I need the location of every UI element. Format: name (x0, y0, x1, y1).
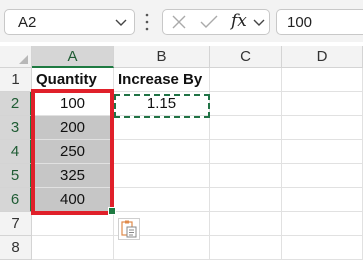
copy-marquee (114, 94, 210, 118)
row-header-7[interactable]: 7 (0, 212, 32, 236)
formula-bar: A2 fx 100 (0, 0, 363, 42)
enter-icon[interactable] (200, 15, 218, 29)
cell-b1[interactable]: Increase By (114, 68, 210, 92)
insert-function-button[interactable]: fx (231, 11, 247, 31)
cell-c5[interactable] (210, 164, 282, 188)
cell-c6[interactable] (210, 188, 282, 212)
paste-options-icon (121, 220, 137, 238)
cell-a8[interactable] (32, 236, 114, 260)
formula-value: 100 (287, 14, 313, 31)
chevron-down-icon[interactable] (115, 17, 127, 27)
cell-b6[interactable] (114, 188, 210, 212)
select-all-icon (19, 55, 28, 64)
paste-options-button[interactable] (118, 218, 140, 240)
cell-d5[interactable] (282, 164, 363, 188)
cell-b3[interactable] (114, 116, 210, 140)
row-header-8[interactable]: 8 (0, 236, 32, 260)
column-header-d[interactable]: D (282, 46, 363, 68)
row-header-6[interactable]: 6 (0, 188, 32, 212)
cell-a7[interactable] (32, 212, 114, 236)
name-box[interactable]: A2 (4, 9, 135, 35)
cell-c3[interactable] (210, 116, 282, 140)
fill-handle[interactable] (108, 207, 116, 215)
worksheet-grid: A B C D 1 2 3 4 5 6 7 8 Quantity Increas… (0, 46, 363, 261)
row-header-2[interactable]: 2 (0, 92, 32, 116)
select-all-button[interactable] (0, 46, 32, 68)
more-options-icon[interactable] (145, 12, 149, 32)
cell-c4[interactable] (210, 140, 282, 164)
row-header-3[interactable]: 3 (0, 116, 32, 140)
cell-b4[interactable] (114, 140, 210, 164)
chevron-down-icon[interactable] (253, 17, 265, 27)
column-header-c[interactable]: C (210, 46, 282, 68)
cell-c1[interactable] (210, 68, 282, 92)
formula-controls: fx (162, 9, 270, 35)
cell-d3[interactable] (282, 116, 363, 140)
cell-d7[interactable] (282, 212, 363, 236)
cell-d6[interactable] (282, 188, 363, 212)
column-header-b[interactable]: B (114, 46, 210, 68)
cell-b5[interactable] (114, 164, 210, 188)
cell-d8[interactable] (282, 236, 363, 260)
cell-c8[interactable] (210, 236, 282, 260)
cell-d1[interactable] (282, 68, 363, 92)
cell-c2[interactable] (210, 92, 282, 116)
row-header-4[interactable]: 4 (0, 140, 32, 164)
column-header-a[interactable]: A (32, 46, 114, 68)
cancel-icon[interactable] (171, 15, 187, 29)
cell-c7[interactable] (210, 212, 282, 236)
formula-input[interactable]: 100 (276, 9, 363, 35)
selection-highlight-box (31, 89, 114, 215)
name-box-value: A2 (18, 14, 37, 31)
cell-d2[interactable] (282, 92, 363, 116)
row-header-1[interactable]: 1 (0, 68, 32, 92)
row-header-5[interactable]: 5 (0, 164, 32, 188)
cell-d4[interactable] (282, 140, 363, 164)
